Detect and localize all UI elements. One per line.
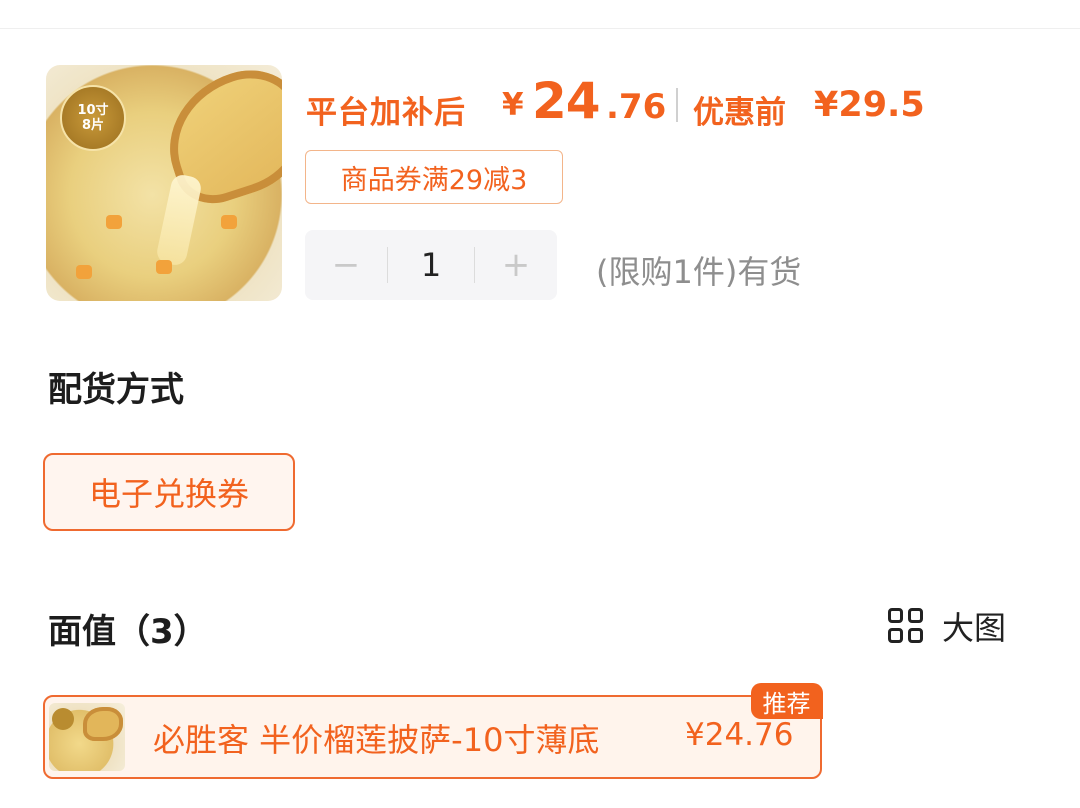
topping-graphic — [76, 265, 92, 279]
size-badge-line2: 8片 — [81, 118, 105, 133]
stock-note: (限购1件)有货 — [596, 253, 802, 291]
delivery-option-e-voucher[interactable]: 电子兑换券 — [43, 453, 295, 531]
big-view-label: 大图 — [942, 609, 1007, 647]
currency-symbol: ¥ — [502, 87, 524, 123]
quantity-stepper: − 1 + — [305, 230, 557, 300]
size-badge-line1: 10寸 — [77, 103, 109, 118]
topping-graphic — [221, 215, 237, 229]
coupon-tag[interactable]: 商品券满29减3 — [305, 150, 563, 204]
grid-view-icon — [888, 608, 924, 644]
topping-graphic — [106, 215, 122, 229]
quantity-value[interactable]: 1 — [388, 230, 474, 300]
top-divider — [0, 28, 1080, 29]
subsidized-price-label: 平台加补后 — [306, 95, 466, 131]
sku-name: 必胜客 半价榴莲披萨-10寸薄底 — [153, 721, 600, 759]
original-price-value: ¥29.5 — [814, 85, 925, 125]
price-decimal: .76 — [606, 87, 667, 127]
minus-icon[interactable]: − — [305, 230, 387, 300]
plus-icon[interactable]: + — [475, 230, 557, 300]
recommended-badge: 推荐 — [750, 683, 823, 719]
face-value-section-title: 面值（3） — [48, 612, 208, 652]
price-integer: 24 — [532, 72, 601, 130]
product-image[interactable]: 10寸 8片 — [46, 65, 282, 301]
big-view-toggle[interactable]: 大图 — [888, 606, 1007, 647]
size-badge — [52, 708, 74, 730]
cheese-pull-graphic — [154, 172, 204, 268]
original-price-label: 优惠前 — [693, 95, 786, 131]
face-value-option[interactable]: 必胜客 半价榴莲披萨-10寸薄底 ¥24.76 推荐 — [43, 683, 823, 779]
sku-price: ¥24.76 — [685, 717, 794, 753]
pizza-slice-graphic — [83, 707, 123, 741]
size-badge: 10寸 8片 — [60, 85, 126, 151]
delivery-section-title: 配货方式 — [48, 370, 184, 410]
price-separator — [676, 88, 678, 122]
sku-thumbnail — [49, 703, 125, 771]
topping-graphic — [156, 260, 172, 274]
